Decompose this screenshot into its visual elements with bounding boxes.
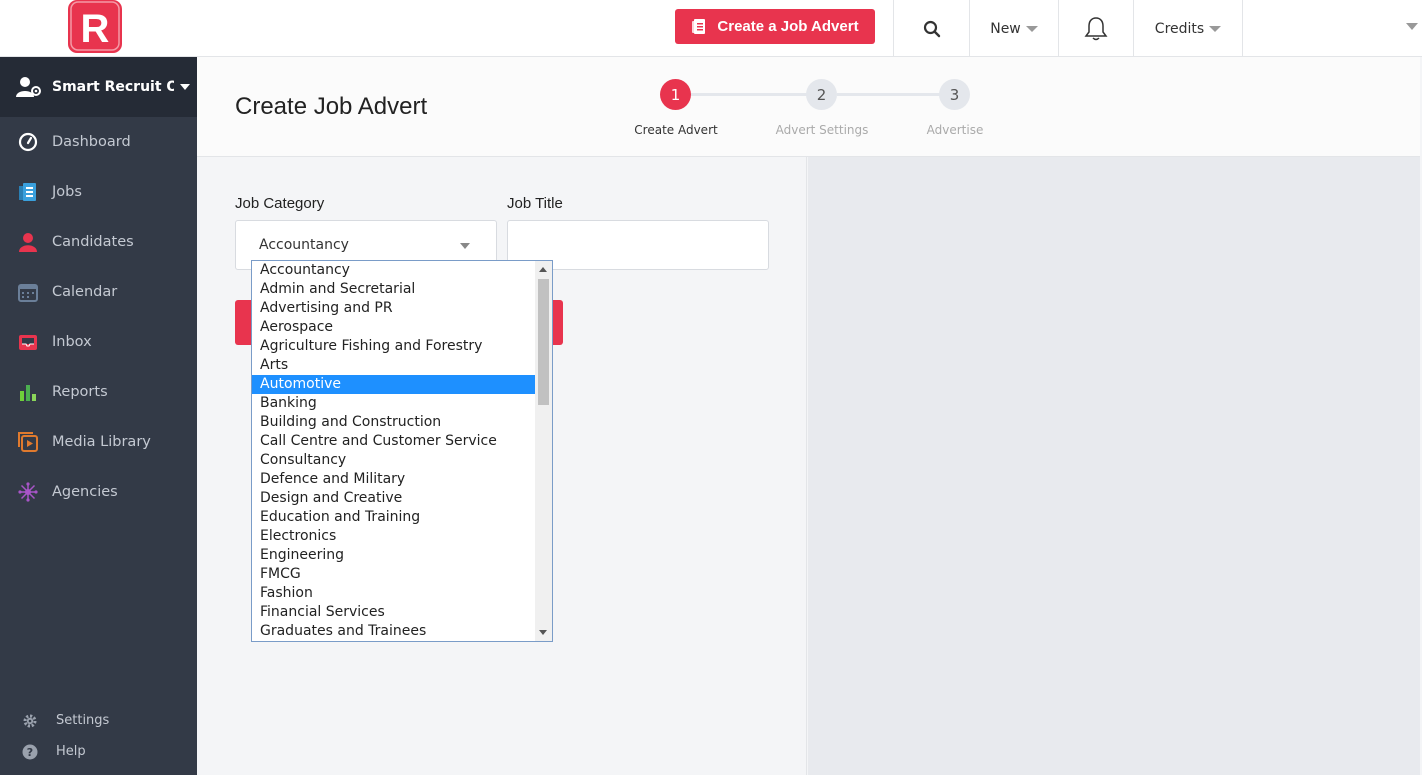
credits-menu[interactable]: Credits [1133,0,1243,57]
user-settings-icon [16,77,41,97]
dropdown-option[interactable]: Electronics [252,527,535,546]
step-number: 2 [816,85,827,104]
step-3-indicator[interactable]: 3 [939,79,970,110]
organization-name: Smart Recruit O... [52,79,174,95]
agencies-icon [17,481,39,503]
step-1-label: Create Advert [634,123,718,137]
sidebar-item-label: Inbox [52,334,92,350]
sidebar-item-label: Jobs [52,184,82,200]
credits-label: Credits [1154,20,1205,37]
sidebar-item-jobs[interactable]: Jobs [0,167,197,217]
chevron-down-icon [1025,25,1038,32]
svg-text:R: R [81,7,110,51]
notifications-button[interactable] [1058,0,1133,57]
dropdown-option[interactable]: Design and Creative [252,489,535,508]
sidebar-item-calendar[interactable]: Calendar [0,267,197,317]
scroll-up-arrow-icon[interactable] [539,267,547,272]
sidebar-item-settings[interactable]: Settings [0,705,197,736]
dropdown-option[interactable]: Graduates and Trainees [252,622,535,641]
step-2-indicator[interactable]: 2 [806,79,837,110]
sidebar-item-agencies[interactable]: Agencies [0,467,197,517]
dropdown-option[interactable]: Consultancy [252,451,535,470]
sidebar-item-label: Settings [56,713,110,728]
organization-switcher[interactable]: Smart Recruit O... [0,57,197,117]
gear-icon [21,712,39,730]
new-menu[interactable]: New [969,0,1058,57]
calendar-icon [17,281,39,303]
sidebar-item-label: Media Library [52,434,151,450]
create-job-advert-label: Create a Job Advert [717,18,859,35]
bell-icon [1084,16,1108,40]
reports-icon [17,381,39,403]
step-connector [837,93,954,96]
sidebar-item-inbox[interactable]: Inbox [0,317,197,367]
app-logo[interactable]: R [67,0,123,54]
sidebar-item-media-library[interactable]: Media Library [0,417,197,467]
dropdown-option[interactable]: Education and Training [252,508,535,527]
sidebar-item-label: Agencies [52,484,118,500]
sidebar-bottom-nav: Settings ? Help [0,705,197,767]
step-3-label: Advertise [926,123,984,137]
sidebar-item-help[interactable]: ? Help [0,736,197,767]
dropdown-option[interactable]: Arts [252,356,535,375]
svg-text:?: ? [27,746,33,759]
user-menu-chevron-icon[interactable] [1406,23,1418,30]
job-category-dropdown-list[interactable]: Accountancy Admin and Secretarial Advertis… [251,260,553,642]
sidebar-item-dashboard[interactable]: Dashboard [0,117,197,167]
jobs-icon [17,181,39,203]
dropdown-option[interactable]: Advertising and PR [252,299,535,318]
dropdown-option[interactable]: Fashion [252,584,535,603]
page-title: Create Job Advert [235,93,428,120]
sidebar-item-label: Help [56,744,86,759]
dropdown-option[interactable]: Admin and Secretarial [252,280,535,299]
media-library-icon [17,431,39,453]
job-title-label: Job Title [507,195,563,212]
sidebar: Smart Recruit O... Dashboard Jobs Candid… [0,57,197,775]
search-button[interactable] [893,0,969,57]
scrollbar-thumb[interactable] [538,279,549,405]
preview-panel [808,157,1420,775]
candidates-icon [17,231,39,253]
sidebar-item-label: Calendar [52,284,118,300]
dropdown-option[interactable]: Automotive [252,375,535,394]
search-icon [923,20,940,37]
scroll-down-arrow-icon[interactable] [539,630,547,635]
dashboard-icon [17,131,39,153]
sidebar-item-reports[interactable]: Reports [0,367,197,417]
step-2-label: Advert Settings [775,123,869,137]
job-category-label: Job Category [235,195,325,212]
sidebar-nav: Dashboard Jobs Candidates Calendar Inbox [0,117,197,517]
dropdown-option[interactable]: Defence and Military [252,470,535,489]
new-label: New [990,20,1021,37]
document-icon [692,19,706,34]
dropdown-option[interactable]: Accountancy [252,261,535,280]
dropdown-option[interactable]: Building and Construction [252,413,535,432]
sidebar-item-label: Candidates [52,234,134,250]
chevron-down-icon [460,243,470,249]
chevron-down-icon [180,84,190,90]
step-number: 3 [949,85,960,104]
sidebar-item-candidates[interactable]: Candidates [0,217,197,267]
page-header: Create Job Advert 1 2 3 Create Advert Ad… [197,57,1420,157]
dropdown-option[interactable]: Engineering [252,546,535,565]
top-bar: R Create a Job Advert New Credits [0,0,1422,57]
dropdown-option[interactable]: Banking [252,394,535,413]
job-category-value: Accountancy [259,237,349,253]
dropdown-option[interactable]: FMCG [252,565,535,584]
dropdown-option[interactable]: Financial Services [252,603,535,622]
create-job-advert-button[interactable]: Create a Job Advert [675,9,875,44]
inbox-icon [17,331,39,353]
help-icon: ? [21,743,39,761]
step-1-indicator[interactable]: 1 [660,79,691,110]
sidebar-item-label: Reports [52,384,108,400]
dropdown-options: Accountancy Admin and Secretarial Advertis… [252,261,535,641]
dropdown-option[interactable]: Call Centre and Customer Service [252,432,535,451]
chevron-down-icon [1209,25,1222,32]
step-connector [691,93,822,96]
dropdown-scrollbar[interactable] [535,261,552,641]
dropdown-option[interactable]: Agriculture Fishing and Forestry [252,337,535,356]
dropdown-option[interactable]: Aerospace [252,318,535,337]
sidebar-item-label: Dashboard [52,134,131,150]
step-number: 1 [670,85,681,104]
